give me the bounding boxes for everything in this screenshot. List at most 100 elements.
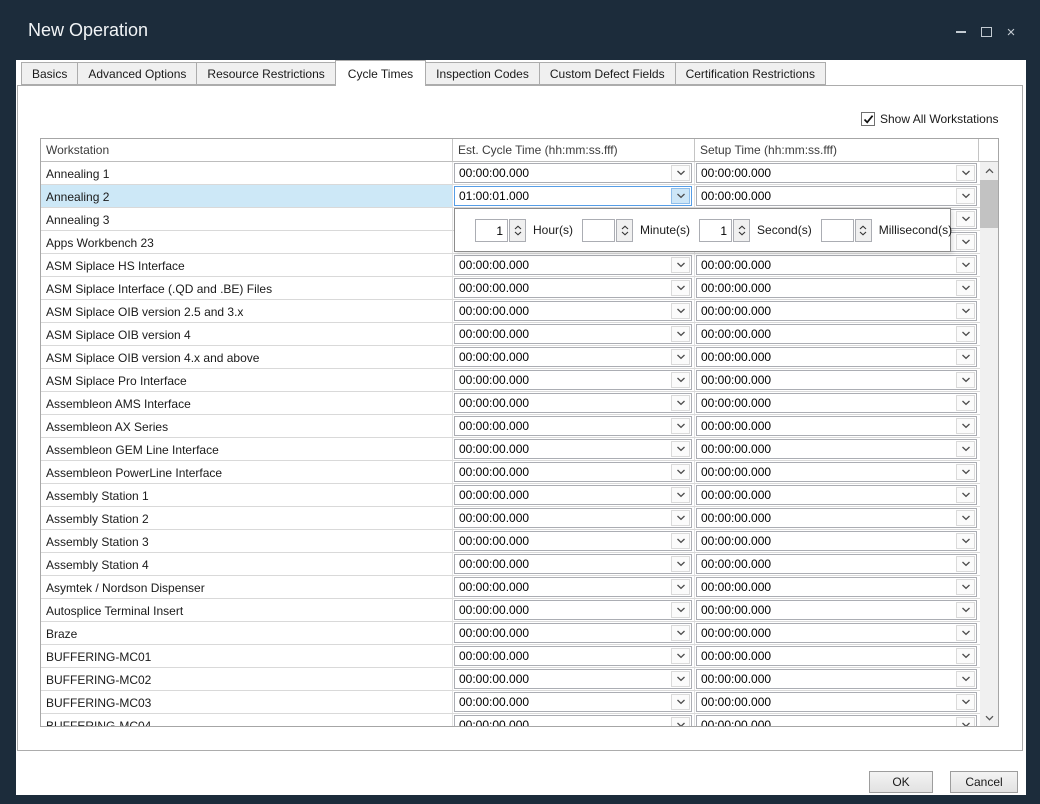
show-all-workstations-checkbox[interactable] bbox=[861, 112, 875, 126]
setup-time-combo[interactable]: 00:00:00.000 bbox=[696, 416, 977, 436]
cycle-time-combo[interactable]: 00:00:00.000 bbox=[454, 623, 692, 643]
dropdown-arrow-icon[interactable] bbox=[956, 602, 975, 618]
cycle-time-combo[interactable]: 00:00:00.000 bbox=[454, 301, 692, 321]
tab-basics[interactable]: Basics bbox=[21, 62, 78, 85]
dropdown-arrow-icon[interactable] bbox=[671, 188, 690, 204]
time-spinner[interactable]: 1 bbox=[699, 219, 750, 242]
dropdown-arrow-icon[interactable] bbox=[956, 234, 975, 250]
dropdown-arrow-icon[interactable] bbox=[671, 694, 690, 710]
dropdown-arrow-icon[interactable] bbox=[671, 165, 690, 181]
column-header-workstation[interactable]: Workstation bbox=[41, 139, 453, 161]
dropdown-arrow-icon[interactable] bbox=[956, 303, 975, 319]
cycle-time-combo[interactable]: 00:00:00.000 bbox=[454, 715, 692, 726]
setup-time-combo[interactable]: 00:00:00.000 bbox=[696, 577, 977, 597]
table-row[interactable]: Braze 00:00:00.000 00:00:00.000 bbox=[41, 622, 980, 645]
cycle-time-combo[interactable]: 00:00:00.000 bbox=[454, 255, 692, 275]
table-row[interactable]: Assembleon GEM Line Interface 00:00:00.0… bbox=[41, 438, 980, 461]
table-row[interactable]: ASM Siplace OIB version 4 00:00:00.000 0… bbox=[41, 323, 980, 346]
dropdown-arrow-icon[interactable] bbox=[956, 188, 975, 204]
dropdown-arrow-icon[interactable] bbox=[671, 418, 690, 434]
table-row[interactable]: Assembleon AMS Interface 00:00:00.000 00… bbox=[41, 392, 980, 415]
vertical-scrollbar[interactable] bbox=[980, 162, 998, 726]
table-row[interactable]: Assembly Station 2 00:00:00.000 00:00:00… bbox=[41, 507, 980, 530]
spinner-up-down-button[interactable] bbox=[509, 219, 526, 242]
setup-time-combo[interactable]: 00:00:00.000 bbox=[696, 462, 977, 482]
dropdown-arrow-icon[interactable] bbox=[956, 717, 975, 726]
dropdown-arrow-icon[interactable] bbox=[956, 257, 975, 273]
dropdown-arrow-icon[interactable] bbox=[671, 717, 690, 726]
scroll-up-button[interactable] bbox=[980, 162, 998, 179]
setup-time-combo[interactable]: 00:00:00.000 bbox=[696, 301, 977, 321]
dropdown-arrow-icon[interactable] bbox=[671, 487, 690, 503]
setup-time-combo[interactable]: 00:00:00.000 bbox=[696, 508, 977, 528]
setup-time-combo[interactable]: 00:00:00.000 bbox=[696, 439, 977, 459]
setup-time-combo[interactable]: 00:00:00.000 bbox=[696, 255, 977, 275]
cancel-button[interactable]: Cancel bbox=[950, 771, 1018, 793]
table-row[interactable]: BUFFERING-MC01 00:00:00.000 00:00:00.000 bbox=[41, 645, 980, 668]
spinner-up-down-button[interactable] bbox=[733, 219, 750, 242]
table-row[interactable]: Assembly Station 1 00:00:00.000 00:00:00… bbox=[41, 484, 980, 507]
dropdown-arrow-icon[interactable] bbox=[671, 326, 690, 342]
cycle-time-combo[interactable]: 00:00:00.000 bbox=[454, 163, 692, 183]
tab-custom-defect-fields[interactable]: Custom Defect Fields bbox=[539, 62, 676, 85]
setup-time-combo[interactable]: 00:00:00.000 bbox=[696, 485, 977, 505]
cycle-time-combo[interactable]: 00:00:00.000 bbox=[454, 347, 692, 367]
dropdown-arrow-icon[interactable] bbox=[956, 671, 975, 687]
table-row[interactable]: ASM Siplace HS Interface 00:00:00.000 00… bbox=[41, 254, 980, 277]
setup-time-combo[interactable]: 00:00:00.000 bbox=[696, 692, 977, 712]
dropdown-arrow-icon[interactable] bbox=[956, 326, 975, 342]
dropdown-arrow-icon[interactable] bbox=[956, 556, 975, 572]
setup-time-combo[interactable]: 00:00:00.000 bbox=[696, 715, 977, 726]
dropdown-arrow-icon[interactable] bbox=[671, 602, 690, 618]
dropdown-arrow-icon[interactable] bbox=[671, 556, 690, 572]
setup-time-combo[interactable]: 00:00:00.000 bbox=[696, 186, 977, 206]
spinner-value[interactable] bbox=[821, 219, 854, 242]
setup-time-combo[interactable]: 00:00:00.000 bbox=[696, 324, 977, 344]
dropdown-arrow-icon[interactable] bbox=[671, 280, 690, 296]
cycle-time-combo[interactable]: 00:00:00.000 bbox=[454, 278, 692, 298]
table-row[interactable]: Assembleon AX Series 00:00:00.000 00:00:… bbox=[41, 415, 980, 438]
cycle-time-combo[interactable]: 00:00:00.000 bbox=[454, 485, 692, 505]
dropdown-arrow-icon[interactable] bbox=[671, 648, 690, 664]
dropdown-arrow-icon[interactable] bbox=[956, 418, 975, 434]
tab-cycle-times[interactable]: Cycle Times bbox=[335, 60, 426, 86]
dropdown-arrow-icon[interactable] bbox=[671, 625, 690, 641]
cycle-time-combo[interactable]: 00:00:00.000 bbox=[454, 554, 692, 574]
table-row[interactable]: ASM Siplace OIB version 2.5 and 3.x 00:0… bbox=[41, 300, 980, 323]
dropdown-arrow-icon[interactable] bbox=[956, 464, 975, 480]
setup-time-combo[interactable]: 00:00:00.000 bbox=[696, 163, 977, 183]
tab-resource-restrictions[interactable]: Resource Restrictions bbox=[196, 62, 335, 85]
dropdown-arrow-icon[interactable] bbox=[956, 441, 975, 457]
cycle-time-combo[interactable]: 00:00:00.000 bbox=[454, 393, 692, 413]
cycle-time-combo[interactable]: 00:00:00.000 bbox=[454, 669, 692, 689]
setup-time-combo[interactable]: 00:00:00.000 bbox=[696, 646, 977, 666]
dropdown-arrow-icon[interactable] bbox=[956, 487, 975, 503]
dropdown-arrow-icon[interactable] bbox=[671, 349, 690, 365]
dropdown-arrow-icon[interactable] bbox=[671, 533, 690, 549]
table-row[interactable]: Autosplice Terminal Insert 00:00:00.000 … bbox=[41, 599, 980, 622]
dropdown-arrow-icon[interactable] bbox=[671, 395, 690, 411]
table-row[interactable]: BUFFERING-MC03 00:00:00.000 00:00:00.000 bbox=[41, 691, 980, 714]
table-row[interactable]: Asymtek / Nordson Dispenser 00:00:00.000… bbox=[41, 576, 980, 599]
show-all-workstations[interactable]: Show All Workstations bbox=[861, 112, 999, 126]
dropdown-arrow-icon[interactable] bbox=[956, 372, 975, 388]
table-row[interactable]: Annealing 2 01:00:01.000 00:00:00.000 bbox=[41, 185, 980, 208]
time-spinner[interactable] bbox=[821, 219, 872, 242]
table-row[interactable]: Assembly Station 3 00:00:00.000 00:00:00… bbox=[41, 530, 980, 553]
setup-time-combo[interactable]: 00:00:00.000 bbox=[696, 370, 977, 390]
setup-time-combo[interactable]: 00:00:00.000 bbox=[696, 278, 977, 298]
table-row[interactable]: Assembly Station 4 00:00:00.000 00:00:00… bbox=[41, 553, 980, 576]
table-row[interactable]: ASM Siplace Pro Interface 00:00:00.000 0… bbox=[41, 369, 980, 392]
dropdown-arrow-icon[interactable] bbox=[956, 395, 975, 411]
dropdown-arrow-icon[interactable] bbox=[671, 372, 690, 388]
setup-time-combo[interactable]: 00:00:00.000 bbox=[696, 600, 977, 620]
ok-button[interactable]: OK bbox=[869, 771, 933, 793]
table-row[interactable]: BUFFERING-MC02 00:00:00.000 00:00:00.000 bbox=[41, 668, 980, 691]
spinner-value[interactable]: 1 bbox=[475, 219, 508, 242]
dropdown-arrow-icon[interactable] bbox=[671, 464, 690, 480]
cycle-time-combo[interactable]: 00:00:00.000 bbox=[454, 600, 692, 620]
dropdown-arrow-icon[interactable] bbox=[956, 510, 975, 526]
dropdown-arrow-icon[interactable] bbox=[956, 211, 975, 227]
spinner-value[interactable]: 1 bbox=[699, 219, 732, 242]
dropdown-arrow-icon[interactable] bbox=[956, 280, 975, 296]
